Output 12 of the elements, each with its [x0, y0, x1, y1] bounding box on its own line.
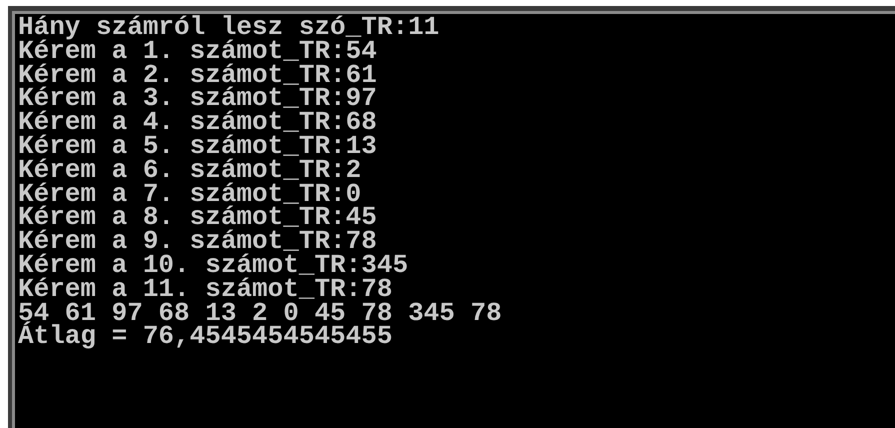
- console-line: Kérem a 4. számot_TR:68: [18, 111, 377, 135]
- console-line: Kérem a 7. számot_TR:0: [18, 182, 362, 206]
- console-line: Kérem a 6. számot_TR:2: [18, 158, 362, 183]
- console-line: Kérem a 8. számot_TR:45: [18, 206, 377, 230]
- console-line: Kérem a 3. számot_TR:97: [18, 87, 377, 112]
- console-line: Kérem a 1. számot_TR:54: [18, 40, 377, 64]
- console-line: Kérem a 5. számot_TR:13: [18, 134, 377, 159]
- console-line: Kérem a 9. számot_TR:78: [18, 230, 377, 254]
- console-line: Kérem a 11. számot_TR:78: [18, 278, 392, 302]
- console-line: Hány számról lesz szó_TR:11: [18, 16, 440, 40]
- console-line: Kérem a 10. számot_TR:345: [18, 254, 408, 278]
- console-line: Kérem a 2. számot_TR:61: [18, 64, 377, 88]
